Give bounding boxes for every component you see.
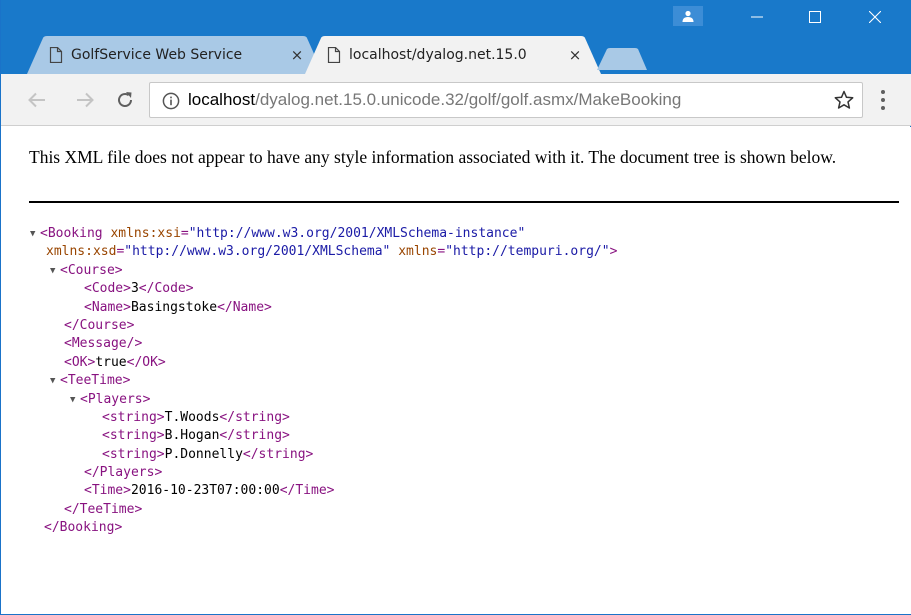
xml-line: </Course>: [30, 317, 617, 335]
xml-line: ▼ <Course>: [30, 262, 617, 280]
url-path: /dyalog.net.15.0.unicode.32/golf/golf.as…: [255, 90, 682, 109]
element-text: true: [95, 354, 127, 370]
minimize-button[interactable]: [735, 0, 779, 34]
address-bar[interactable]: localhost/dyalog.net.15.0.unicode.32/gol…: [149, 82, 863, 118]
reload-icon: [118, 92, 132, 107]
collapse-triangle-icon[interactable]: ▼: [50, 372, 55, 390]
attribute-value: "http://www.w3.org/2001/XMLSchema": [124, 244, 391, 260]
xml-line: </Booking>: [30, 519, 617, 537]
xml-line: </TeeTime>: [30, 501, 617, 519]
tag-name: </string>: [219, 409, 290, 425]
xml-line: ▼ <Booking xmlns:xsi="http://www.w3.org/2…: [30, 225, 617, 243]
tag-name: </Course>: [64, 317, 135, 333]
url-host: localhost: [188, 90, 256, 109]
url-text[interactable]: localhost/dyalog.net.15.0.unicode.32/gol…: [188, 83, 681, 117]
arrow-right-icon: [77, 92, 94, 108]
xml-line: <Message/>: [30, 335, 617, 353]
xml-line: </Players>: [30, 464, 617, 482]
element-text: 3: [130, 281, 139, 297]
element-text: P.Donnelly: [164, 446, 243, 462]
tab-title: GolfService Web Service: [71, 47, 243, 63]
dot-icon: [881, 106, 885, 110]
xml-line: <string>T.Woods</string>: [30, 409, 617, 427]
attribute-name: xmlns:xsd: [46, 244, 117, 260]
divider: [29, 201, 899, 203]
page-content: This XML file does not appear to have an…: [2, 127, 911, 614]
tag-name: </Players>: [84, 465, 163, 481]
tag-name: <string>: [102, 409, 165, 425]
tag-name: <OK>: [64, 354, 96, 370]
tag-name: <Time>: [84, 483, 131, 499]
tab-localhost[interactable]: localhost/dyalog.net.15.0 ×: [305, 36, 601, 74]
attribute-name: xmlns:xsi: [110, 226, 181, 241]
info-icon[interactable]: [162, 92, 180, 110]
tag-name: <Players>: [80, 391, 151, 407]
collapse-triangle-icon[interactable]: ▼: [30, 225, 35, 243]
attribute-value: "http://tempuri.org/": [445, 244, 610, 260]
menu-button[interactable]: [879, 90, 887, 110]
browser-toolbar: localhost/dyalog.net.15.0.unicode.32/gol…: [1, 74, 911, 126]
tag-name: </Name>: [217, 299, 272, 315]
collapse-triangle-icon[interactable]: ▼: [70, 391, 75, 409]
tag-name: </Time>: [279, 483, 335, 499]
profile-icon[interactable]: [673, 6, 703, 26]
xml-line: <Code>3</Code>: [30, 280, 617, 298]
tag-name: </string>: [219, 428, 290, 444]
tag-name: <Booking: [40, 226, 103, 241]
tag-name: </Booking>: [44, 520, 123, 536]
tag-name: <string>: [102, 446, 165, 462]
element-text: T.Woods: [164, 409, 220, 425]
attribute-value: "http://www.w3.org/2001/XMLSchema-instan…: [188, 226, 526, 241]
arrow-left-icon: [28, 92, 45, 108]
element-text: 2016-10-23T07:00:00: [130, 483, 280, 499]
dot-icon: [881, 90, 885, 94]
browser-window: GolfService Web Service × localhost/dyal…: [0, 0, 911, 615]
xml-line: <Time>2016-10-23T07:00:00</Time>: [30, 482, 617, 500]
xml-line: <OK>true</OK>: [30, 354, 617, 372]
xml-line: xmlns:xsd="http://www.w3.org/2001/XMLSch…: [46, 244, 618, 260]
tag-name: <Code>: [84, 281, 131, 297]
tab-golfservice[interactable]: GolfService Web Service ×: [27, 36, 323, 74]
collapse-triangle-icon[interactable]: ▼: [50, 262, 55, 280]
xml-line: <string>B.Hogan</string>: [30, 427, 617, 445]
tag-name: <string>: [102, 428, 165, 444]
tag-name: </Code>: [138, 281, 194, 297]
tag-name: <Course>: [60, 262, 123, 278]
xml-line: <string>P.Donnelly</string>: [30, 446, 617, 464]
forward-button[interactable]: [71, 86, 99, 114]
tag-name: </OK>: [126, 354, 166, 370]
maximize-button[interactable]: [793, 0, 837, 34]
new-tab-button[interactable]: [597, 48, 647, 70]
tab-close-icon[interactable]: ×: [289, 46, 305, 64]
xml-style-notice: This XML file does not appear to have an…: [29, 147, 837, 167]
xml-line: <Name>Basingstoke</Name>: [30, 299, 617, 317]
xml-line: ▼ <TeeTime>: [30, 372, 617, 390]
dot-icon: [881, 98, 885, 102]
tag-name: <TeeTime>: [60, 373, 131, 389]
tag-name: </string>: [242, 446, 314, 462]
back-button[interactable]: [23, 86, 51, 114]
document-icon: [49, 47, 63, 63]
document-icon: [327, 47, 341, 63]
star-icon[interactable]: [834, 90, 854, 110]
tab-close-icon[interactable]: ×: [567, 46, 583, 64]
attribute-name: xmlns: [398, 244, 438, 260]
close-window-button[interactable]: [853, 0, 897, 34]
tab-title: localhost/dyalog.net.15.0: [349, 47, 527, 63]
tag-name: <Message/>: [64, 336, 143, 352]
xml-line: ▼ <Players>: [30, 391, 617, 409]
element-text: B.Hogan: [164, 428, 220, 444]
element-text: Basingstoke: [130, 299, 218, 315]
reload-button[interactable]: [111, 86, 139, 114]
tag-name: </TeeTime>: [64, 501, 143, 517]
xml-tree: ▼ <Booking xmlns:xsi="http://www.w3.org/2…: [30, 225, 617, 538]
tag-name: <Name>: [84, 299, 131, 315]
title-bar: GolfService Web Service × localhost/dyal…: [1, 0, 911, 74]
